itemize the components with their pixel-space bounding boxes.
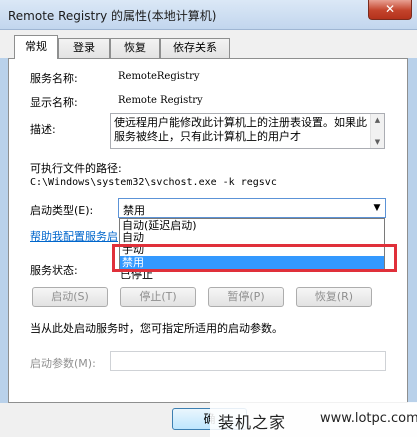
close-icon: ✕: [384, 2, 396, 16]
description-label: 描述:: [30, 123, 56, 136]
startup-type-select[interactable]: 禁用 ▼: [118, 198, 386, 218]
service-name-value: RemoteRegistry: [118, 71, 200, 82]
resume-button[interactable]: 恢复(R): [296, 287, 372, 307]
close-button[interactable]: ✕: [368, 0, 412, 20]
display-name-label: 显示名称:: [30, 96, 78, 109]
display-name-value: Remote Registry: [118, 95, 203, 106]
start-params-label: 启动参数(M):: [30, 357, 96, 370]
watermark: 装机之家 www.lotpc.com: [210, 402, 417, 437]
startup-type-label: 启动类型(E):: [30, 204, 94, 217]
startup-type-value: 禁用: [123, 204, 145, 217]
start-params-input[interactable]: [110, 351, 386, 371]
window-title: Remote Registry 的属性(本地计算机): [8, 9, 217, 23]
title-bar: Remote Registry 的属性(本地计算机) ✕: [0, 0, 417, 30]
highlight-frame: [112, 244, 397, 272]
service-status-label: 服务状态:: [30, 264, 78, 277]
watermark-url: www.lotpc.com: [320, 411, 417, 426]
help-configure-link[interactable]: 帮助我配置服务启: [30, 228, 118, 244]
description-text: 使远程用户能修改此计算机上的注册表设置。如果此服务被终止，只有此计算机上的用户才: [114, 116, 367, 143]
service-name-label: 服务名称:: [30, 72, 78, 85]
scroll-down-icon[interactable]: ▼: [371, 136, 384, 148]
exe-path-value: C:\Windows\system32\svchost.exe -k regsv…: [30, 177, 277, 188]
start-button[interactable]: 启动(S): [32, 287, 108, 307]
tab-recovery[interactable]: 恢复: [110, 38, 160, 58]
pause-button[interactable]: 暂停(P): [208, 287, 284, 307]
description-scrollbar[interactable]: ▲ ▼: [370, 114, 384, 148]
tab-general[interactable]: 常规: [14, 35, 58, 59]
description-textbox[interactable]: 使远程用户能修改此计算机上的注册表设置。如果此服务被终止，只有此计算机上的用户才…: [110, 113, 385, 149]
tab-logon[interactable]: 登录: [58, 38, 110, 58]
start-params-hint: 当从此处启动服务时，您可指定所适用的启动参数。: [30, 322, 283, 335]
stop-button[interactable]: 停止(T): [120, 287, 196, 307]
scroll-up-icon[interactable]: ▲: [371, 114, 384, 126]
exe-path-label: 可执行文件的路径:: [30, 162, 122, 175]
watermark-text: 装机之家: [218, 413, 287, 432]
chevron-down-icon[interactable]: ▼: [369, 199, 385, 217]
tab-dependencies[interactable]: 依存关系: [160, 38, 230, 58]
